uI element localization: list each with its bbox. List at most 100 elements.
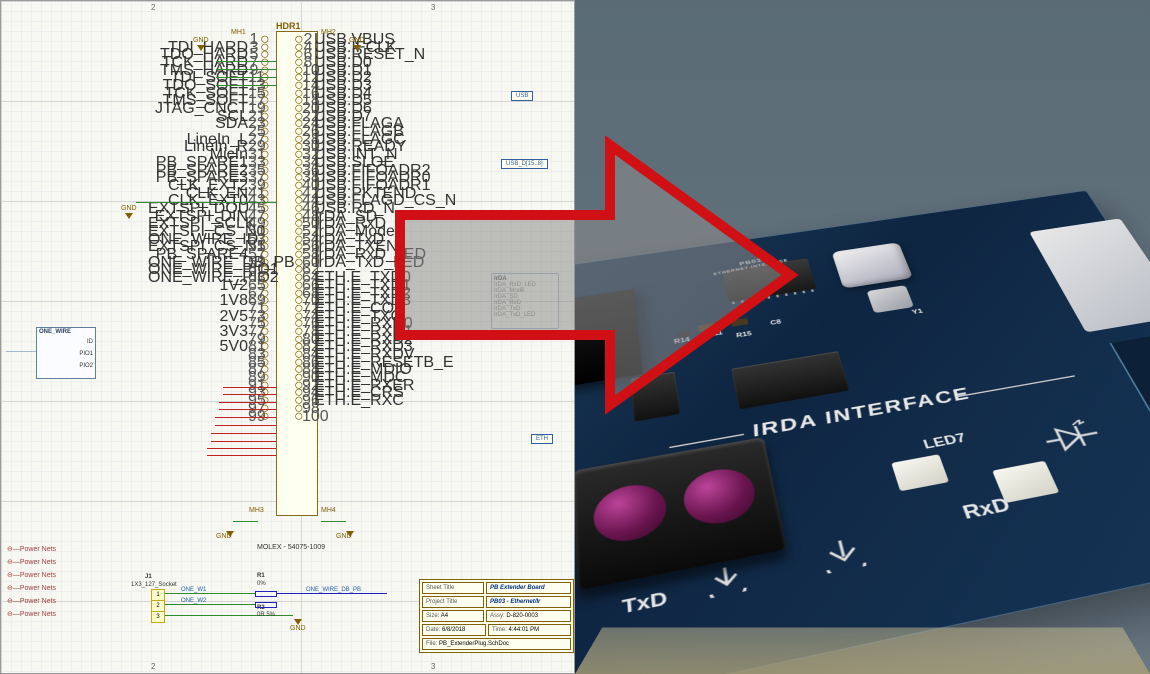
power-net-item[interactable]: Power Nets: [7, 582, 56, 595]
j1-net2: ONE_W2: [181, 598, 206, 604]
j1-pin: 2: [152, 601, 164, 612]
gnd-arrow-icon: [197, 45, 205, 51]
wire-net: [216, 77, 276, 78]
tb-assy: D-820-0003: [506, 613, 538, 619]
gnd-top-left: GND: [193, 37, 209, 44]
split-container: 2 3 HDR1 1○○2USB.VBUSTDI_HARD3○○4USB.IFC…: [0, 0, 1150, 674]
wire-net: [136, 202, 276, 203]
wire-net: [277, 593, 387, 594]
tb-file-lbl: File:: [426, 641, 437, 647]
irda-harness[interactable]: IrDA IrDA_RxD_LED IrDA_Mode IrDA_SD IrDA…: [491, 273, 559, 329]
power-net-item[interactable]: Power Nets: [7, 608, 56, 621]
pins-container: 1○○2USB.VBUSTDI_HARD3○○4USB.IFCLKTDO_HAR…: [148, 36, 448, 420]
netport-usbd[interactable]: USB_D[15..8]: [501, 159, 548, 169]
mh4-label: MH4: [321, 507, 336, 514]
pcb-board[interactable]: IRDA INTERFACE TxD RxD LED7: [575, 190, 1150, 674]
j1-pin: 1: [152, 590, 164, 601]
one-wire-harness[interactable]: ONE_WIRE ID PIO1 PIO2: [36, 327, 96, 379]
wire-power: [207, 455, 276, 456]
j1-desc: 1X3_127_Socket: [131, 582, 177, 588]
one-wire-sig-pio1: PIO1: [37, 348, 95, 360]
schematic-view[interactable]: 2 3 HDR1 1○○2USB.VBUSTDI_HARD3○○4USB.IFC…: [0, 0, 575, 674]
gnd-arrow-icon: [294, 619, 302, 625]
power-net-item[interactable]: Power Nets: [7, 556, 56, 569]
tb-file: PB_ExtenderPlug.SchDoc: [439, 641, 509, 647]
one-wire-sig-pio2: PIO2: [37, 360, 95, 372]
wire-net: [321, 521, 346, 522]
ruler-top-2: 2: [151, 3, 155, 12]
resistor-symbol[interactable]: [255, 591, 277, 597]
tb-date: 6/8/2018: [442, 627, 465, 633]
ir-led-lens: [681, 464, 760, 530]
tb-assy-lbl: Assy:: [490, 613, 505, 619]
tb-date-lbl: Date:: [426, 627, 440, 633]
j1-connector[interactable]: 1 2 3: [151, 589, 165, 623]
gnd-arrow-icon: [125, 213, 133, 219]
irda-sig: IrDA_TxD_LED: [494, 312, 556, 318]
wire-power: [223, 387, 276, 388]
power-net-item[interactable]: Power Nets: [7, 543, 56, 556]
tb-project-title: PB03 - Ethernet/Ir: [486, 596, 571, 608]
gnd-mid-left: GND: [121, 205, 137, 212]
smd-part-3d: [630, 372, 680, 422]
mh2-label: MH2: [321, 29, 336, 36]
tb-sheet-title: PB Extender Board: [486, 582, 571, 594]
wire-power: [219, 409, 276, 410]
power-net-item[interactable]: Power Nets: [7, 569, 56, 582]
pin-row[interactable]: 99○○100: [148, 413, 448, 421]
wire-net: [233, 521, 258, 522]
title-block: Sheet Title PB Extender Board Project Ti…: [419, 579, 574, 653]
wire-power: [219, 402, 276, 403]
gnd-bottom-r: GND: [290, 625, 306, 632]
ruler-bot-2: 2: [151, 662, 155, 671]
ruler-top-3: 3: [431, 3, 435, 12]
pin-right-net: ETH.E_RXC: [314, 392, 414, 410]
tb-size-lbl: Size:: [426, 613, 439, 619]
netport-usb[interactable]: USB: [511, 91, 533, 101]
header-partnumber: MOLEX - 54075-1009: [257, 544, 325, 551]
j1-net-out: ONE_WIRE_DB_PB: [306, 587, 361, 593]
power-net-item[interactable]: Power Nets: [7, 595, 56, 608]
ir-led-lens: [592, 480, 669, 548]
j1-pin: 3: [152, 612, 164, 623]
one-wire-title: ONE_WIRE: [37, 328, 95, 336]
header-refdes: HDR1: [276, 21, 301, 31]
wire-net: [216, 85, 276, 86]
table-surface: [575, 627, 1150, 674]
wire-power: [223, 394, 276, 395]
one-wire-sig-id: ID: [37, 336, 95, 348]
gnd-top-right: GND: [349, 37, 365, 44]
j1-net1: ONE_W1: [181, 587, 206, 593]
wire-power: [211, 441, 276, 442]
pin-left-net: 5V0: [148, 338, 248, 356]
gnd-arrow-icon: [353, 45, 361, 51]
ruler-bot-3: 3: [431, 662, 435, 671]
gnd-arrow-icon: [226, 531, 234, 537]
netport-eth[interactable]: ETH: [531, 434, 553, 444]
pin-marker-icon: ○: [294, 408, 302, 426]
tb-sheet-title-lbl: Sheet Title: [422, 582, 484, 594]
wire-power: [215, 417, 276, 418]
power-nets-list: Power Nets Power Nets Power Nets Power N…: [7, 543, 56, 621]
wire-power: [215, 425, 276, 426]
gnd-arrow-icon: [346, 531, 354, 537]
tb-time: 4:44:01 PM: [508, 627, 539, 633]
wire-power: [207, 448, 276, 449]
mh1-label: MH1: [231, 29, 246, 36]
wire-net: [165, 604, 255, 605]
wire-power: [211, 433, 276, 434]
r1-ref: R1: [257, 573, 265, 579]
mh3-label: MH3: [249, 507, 264, 514]
bus-wire: [6, 351, 36, 352]
r1-val: 0%: [257, 581, 266, 587]
wire-net: [216, 61, 276, 62]
r2-val: 0R 5%: [257, 612, 275, 618]
resistor-symbol[interactable]: [255, 602, 277, 608]
tb-size: A4: [441, 613, 448, 619]
wire-net: [216, 69, 276, 70]
pin-number: 100: [302, 408, 314, 426]
wire-net: [165, 593, 255, 594]
tb-time-lbl: Time:: [492, 627, 507, 633]
j1-ref: J1: [145, 574, 152, 580]
pcb-3d-view[interactable]: IRDA INTERFACE TxD RxD LED7: [575, 0, 1150, 674]
